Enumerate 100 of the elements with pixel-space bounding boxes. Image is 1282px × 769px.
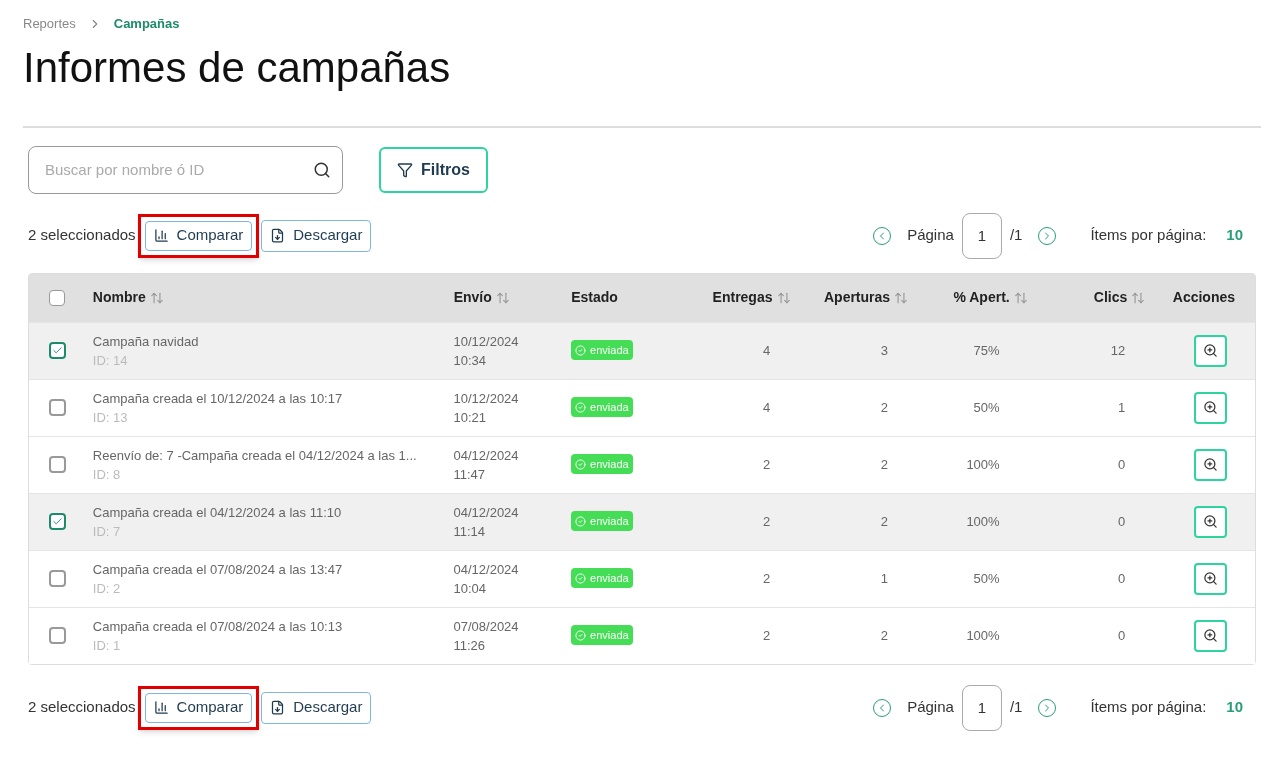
zoom-in-icon <box>1203 628 1218 643</box>
table-cell-text: 4 <box>763 398 771 417</box>
page-total: /1 <box>1009 697 1023 718</box>
page-label: Página <box>907 225 954 246</box>
send-date: 04/12/2024 <box>453 446 520 465</box>
zoom-in-icon <box>1203 514 1218 529</box>
table-cell-text: 1 <box>880 569 888 588</box>
column-header[interactable]: Nombre <box>92 287 164 308</box>
row-checkbox[interactable] <box>49 570 66 587</box>
send-date: 07/08/2024 <box>453 617 520 636</box>
breadcrumb-link[interactable]: Campañas <box>113 14 180 34</box>
table-cell-text: 75% <box>973 341 1000 360</box>
table-cell-text: 50% <box>973 569 1000 588</box>
page-total: /1 <box>1009 225 1023 246</box>
send-date: 10/12/2024 <box>453 389 520 408</box>
breadcrumb-link[interactable]: Reportes <box>23 14 76 34</box>
download-button[interactable]: Descargar <box>261 691 372 724</box>
view-details-button[interactable] <box>1194 448 1227 481</box>
table-cell-text: 50% <box>973 398 1000 417</box>
table-cell-text: 12 <box>1110 341 1126 360</box>
sort-icon <box>149 290 164 305</box>
sort-icon <box>776 290 791 305</box>
table-cell-text: 2 <box>763 512 771 531</box>
items-per-page-label: Ítems por página: <box>1090 697 1207 718</box>
check-circle-icon <box>575 344 587 356</box>
view-details-button[interactable] <box>1194 562 1227 595</box>
chart-icon <box>153 700 169 715</box>
selected-count: 2 seleccionados <box>28 697 136 718</box>
select-all-checkbox[interactable] <box>49 289 65 306</box>
status-badge: enviada <box>571 568 633 588</box>
campaign-id: ID: 13 <box>92 408 129 427</box>
search-field[interactable]: Buscar por nombre ó ID <box>28 145 343 194</box>
items-per-page-label: Ítems por página: <box>1090 225 1207 246</box>
table-cell-text: 0 <box>1118 569 1126 588</box>
table-cell-text: 1 <box>1118 398 1126 417</box>
sort-icon <box>1013 290 1028 305</box>
row-checkbox[interactable] <box>49 513 66 530</box>
campaign-name: Campaña creada el 04/12/2024 a las 11:10 <box>92 503 343 522</box>
table-cell-text: 2 <box>763 455 771 474</box>
row-checkbox[interactable] <box>49 627 66 644</box>
send-time: 11:47 <box>453 465 487 484</box>
check-circle-icon <box>575 515 587 527</box>
column-header[interactable]: Envío <box>453 287 510 308</box>
row-checkbox[interactable] <box>49 456 66 473</box>
table-cell-text: 100% <box>966 626 1000 645</box>
campaign-id: ID: 2 <box>92 579 122 598</box>
download-button[interactable]: Descargar <box>261 219 372 252</box>
column-header[interactable]: Entregas <box>712 287 791 308</box>
zoom-in-icon <box>1203 571 1218 586</box>
row-checkbox[interactable] <box>49 399 66 416</box>
chart-icon <box>153 228 169 243</box>
table-cell-text: 2 <box>880 512 888 531</box>
zoom-in-icon <box>1203 457 1218 472</box>
campaign-name: Campaña creada el 07/08/2024 a las 13:47 <box>92 560 344 579</box>
check-icon <box>52 516 63 527</box>
table-cell-text: 3 <box>880 341 888 360</box>
table-cell-text: 0 <box>1118 455 1126 474</box>
file-download-icon <box>270 700 286 715</box>
campaign-name: Campaña creada el 10/12/2024 a las 10:17 <box>92 389 344 408</box>
page-label: Página <box>907 697 954 718</box>
column-header[interactable]: Aperturas <box>823 287 909 308</box>
column-header[interactable]: Estado <box>571 287 618 308</box>
send-date: 10/12/2024 <box>453 332 520 351</box>
view-details-button[interactable] <box>1194 334 1227 367</box>
compare-button[interactable]: Comparar <box>144 220 253 251</box>
check-circle-icon <box>575 572 587 584</box>
send-time: 10:21 <box>453 408 488 427</box>
table-cell-text: 2 <box>763 569 771 588</box>
check-circle-icon <box>575 458 587 470</box>
page-input[interactable]: 1 <box>961 212 1002 259</box>
table-cell-text: 2 <box>880 455 888 474</box>
status-badge: enviada <box>571 625 633 645</box>
campaign-id: ID: 8 <box>92 465 122 484</box>
table-cell-text: 0 <box>1118 512 1126 531</box>
compare-button[interactable]: Comparar <box>144 692 253 723</box>
table-cell-text: 100% <box>966 512 1000 531</box>
page-title: Informes de campañas <box>23 42 452 93</box>
filter-icon <box>397 161 413 178</box>
page-input[interactable]: 1 <box>961 684 1002 731</box>
campaign-name: Campaña creada el 07/08/2024 a las 10:13 <box>92 617 344 636</box>
zoom-in-icon <box>1203 343 1218 358</box>
send-time: 10:04 <box>453 579 488 598</box>
column-header[interactable]: Clics <box>1093 287 1146 308</box>
selected-count: 2 seleccionados <box>28 225 136 246</box>
table-row[interactable]: Campaña creada el 07/08/2024 a las 10:13 ID: 1 07/08/2024 11:26 enviada 2 2 100% 0 <box>29 606 1255 664</box>
column-header[interactable]: % Apert. <box>953 287 1028 308</box>
view-details-button[interactable] <box>1194 505 1227 538</box>
column-header[interactable]: Acciones <box>1172 287 1235 308</box>
table-cell-text: 2 <box>880 626 888 645</box>
table-cell-text: 2 <box>763 626 771 645</box>
campaign-id: ID: 1 <box>92 636 122 655</box>
check-circle-icon <box>575 401 587 413</box>
row-checkbox[interactable] <box>49 342 66 359</box>
campaign-name: Campaña navidad <box>92 332 200 351</box>
send-date: 04/12/2024 <box>453 503 520 522</box>
view-details-button[interactable] <box>1194 391 1227 424</box>
filter-button[interactable]: Filtros <box>379 146 488 193</box>
view-details-button[interactable] <box>1194 619 1227 652</box>
sort-icon <box>894 290 909 305</box>
check-icon <box>52 345 63 356</box>
